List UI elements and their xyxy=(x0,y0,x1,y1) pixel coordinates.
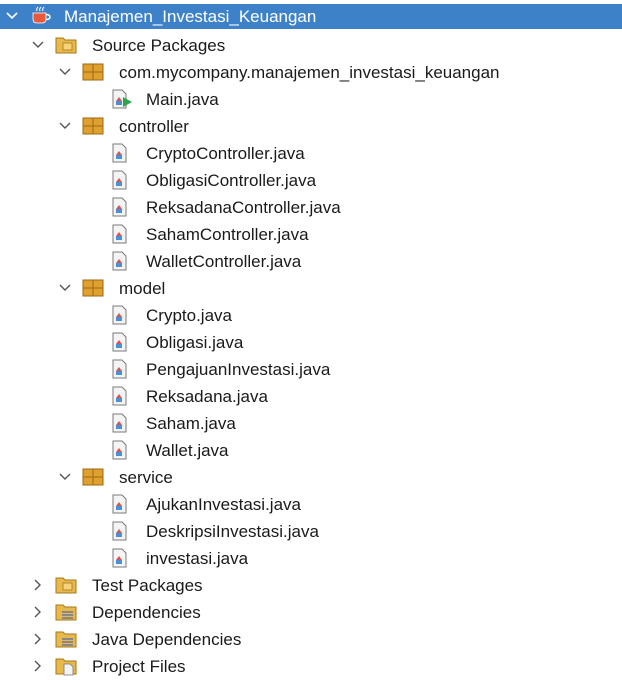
tree-node-java-dependencies[interactable]: Java Dependencies xyxy=(0,626,622,653)
java-class-icon xyxy=(112,386,127,406)
tree-node-source-packages[interactable]: Source Packages xyxy=(0,32,622,59)
tree-node-test-packages[interactable]: Test Packages xyxy=(0,572,622,599)
tree-node-project[interactable]: Manajemen_Investasi_Keuangan xyxy=(0,4,622,29)
package-icon xyxy=(82,63,104,81)
java-class-icon xyxy=(112,440,127,460)
java-class-icon xyxy=(112,251,127,271)
java-class-icon xyxy=(112,359,127,379)
file-label: CryptoController.java xyxy=(146,144,305,163)
test-packages-label: Test Packages xyxy=(92,576,203,595)
file-label: AjukanInvestasi.java xyxy=(146,495,301,514)
tree-node-file[interactable]: Wallet.java xyxy=(0,437,622,464)
chevron-down-icon[interactable] xyxy=(58,281,72,295)
file-label: WalletController.java xyxy=(146,252,302,271)
java-dependencies-folder-icon xyxy=(55,631,77,648)
java-class-icon xyxy=(112,548,127,568)
tree-node-package[interactable]: controller xyxy=(0,113,622,140)
java-class-icon xyxy=(112,494,127,514)
previous-row-clipped xyxy=(0,0,622,2)
file-label: DeskripsiInvestasi.java xyxy=(146,522,319,541)
java-class-icon xyxy=(112,305,127,325)
package-label: service xyxy=(119,468,173,487)
file-label: Crypto.java xyxy=(146,306,232,325)
tree-node-package[interactable]: com.mycompany.manajemen_investasi_keuang… xyxy=(0,59,622,86)
file-label: Wallet.java xyxy=(146,441,229,460)
tree-node-file[interactable]: Reksadana.java xyxy=(0,383,622,410)
file-label: investasi.java xyxy=(146,549,249,568)
java-class-icon xyxy=(112,170,127,190)
package-label: model xyxy=(119,279,166,298)
package-label: controller xyxy=(119,117,189,136)
java-class-icon xyxy=(112,197,127,217)
tree-node-file[interactable]: DeskripsiInvestasi.java xyxy=(0,518,622,545)
project-files-folder-icon xyxy=(55,658,77,676)
chevron-down-icon[interactable] xyxy=(58,470,72,484)
test-packages-folder-icon xyxy=(55,577,77,594)
tree-node-package[interactable]: service xyxy=(0,464,622,491)
tree-node-file[interactable]: Main.java xyxy=(0,86,622,113)
file-label: Obligasi.java xyxy=(146,333,244,352)
tree-node-package[interactable]: model xyxy=(0,275,622,302)
tree-node-project-files[interactable]: Project Files xyxy=(0,653,622,680)
tree-node-file[interactable]: Crypto.java xyxy=(0,302,622,329)
tree-node-file[interactable]: ReksadanaController.java xyxy=(0,194,622,221)
java-class-icon xyxy=(112,413,127,433)
source-packages-label: Source Packages xyxy=(92,36,226,55)
java-class-icon xyxy=(112,332,127,352)
package-label: com.mycompany.manajemen_investasi_keuang… xyxy=(119,63,500,82)
tree-node-file[interactable]: investasi.java xyxy=(0,545,622,572)
tree-node-file[interactable]: AjukanInvestasi.java xyxy=(0,491,622,518)
tree-node-file[interactable]: PengajuanInvestasi.java xyxy=(0,356,622,383)
file-label: ReksadanaController.java xyxy=(146,198,341,217)
project-files-label: Project Files xyxy=(92,657,186,676)
tree-node-file[interactable]: CryptoController.java xyxy=(0,140,622,167)
file-label: Reksadana.java xyxy=(146,387,268,406)
project-label: Manajemen_Investasi_Keuangan xyxy=(64,7,317,26)
dependencies-folder-icon xyxy=(55,604,77,621)
file-label: Saham.java xyxy=(146,414,236,433)
package-icon xyxy=(82,117,104,135)
tree-node-file[interactable]: Obligasi.java xyxy=(0,329,622,356)
tree-node-file[interactable]: ObligasiController.java xyxy=(0,167,622,194)
chevron-right-icon[interactable] xyxy=(31,578,45,592)
package-icon xyxy=(82,468,104,486)
tree-node-dependencies[interactable]: Dependencies xyxy=(0,599,622,626)
java-class-icon xyxy=(112,143,127,163)
file-label: Main.java xyxy=(146,90,219,109)
chevron-right-icon[interactable] xyxy=(31,659,45,673)
package-icon xyxy=(82,279,104,297)
source-packages-folder-icon xyxy=(55,37,77,54)
java-dependencies-label: Java Dependencies xyxy=(92,630,242,649)
chevron-down-icon[interactable] xyxy=(58,65,72,79)
tree-node-file[interactable]: Saham.java xyxy=(0,410,622,437)
java-main-class-icon xyxy=(112,89,132,109)
dependencies-label: Dependencies xyxy=(92,603,201,622)
file-label: SahamController.java xyxy=(146,225,309,244)
file-label: PengajuanInvestasi.java xyxy=(146,360,331,379)
chevron-right-icon[interactable] xyxy=(31,632,45,646)
java-class-icon xyxy=(112,521,127,541)
chevron-down-icon[interactable] xyxy=(58,119,72,133)
file-label: ObligasiController.java xyxy=(146,171,317,190)
chevron-right-icon[interactable] xyxy=(31,605,45,619)
tree-node-file[interactable]: WalletController.java xyxy=(0,248,622,275)
java-project-icon xyxy=(32,6,51,24)
chevron-down-icon[interactable] xyxy=(5,9,19,23)
java-class-icon xyxy=(112,224,127,244)
chevron-down-icon[interactable] xyxy=(31,38,45,52)
tree-node-file[interactable]: SahamController.java xyxy=(0,221,622,248)
